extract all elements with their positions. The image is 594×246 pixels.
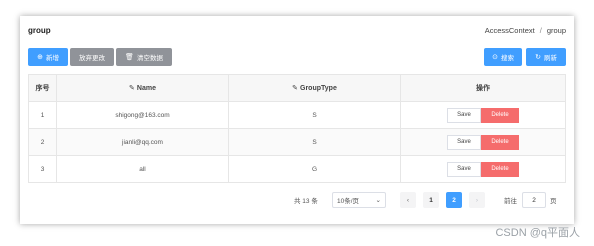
plus-circle-icon: ⊕ (37, 53, 43, 61)
page-suffix-label: 页 (550, 198, 557, 205)
table-row: 1 shigong@163.com S Save Delete (28, 102, 566, 129)
chevron-down-icon: ⌄ (375, 197, 381, 204)
actions-cell: Save Delete (401, 102, 565, 128)
jump-label: 前往 (504, 198, 517, 205)
breadcrumb-current: group (546, 26, 566, 35)
breadcrumb-separator: / (539, 26, 542, 35)
delete-button[interactable]: Delete (481, 107, 519, 123)
save-button[interactable]: Save (447, 134, 481, 150)
search-button-label: 搜索 (500, 55, 514, 62)
row-index: 3 (29, 156, 57, 182)
table-row: 2 jianli@qq.com S Save Delete (28, 129, 566, 156)
column-group-type-label: GroupType (300, 84, 337, 92)
name-cell[interactable]: jianli@qq.com (57, 129, 229, 155)
row-index: 1 (29, 102, 57, 128)
name-cell[interactable]: shigong@163.com (57, 102, 229, 128)
edit-icon: ✎ (292, 85, 299, 92)
breadcrumb: AccessContext / group (485, 26, 566, 35)
breadcrumb-root[interactable]: AccessContext (485, 26, 535, 35)
column-index: 序号 (29, 75, 57, 101)
delete-button[interactable]: Delete (481, 134, 519, 150)
pagination-total: 共 13 条 (294, 198, 318, 205)
column-group-type[interactable]: ✎ GroupType (229, 75, 401, 101)
page-number-2[interactable]: 2 (446, 192, 462, 208)
chevron-right-icon: › (475, 196, 479, 204)
refresh-icon: ↻ (535, 53, 541, 61)
content-panel: group AccessContext / group ⊕ 新增 放弃更改 🗑 清空… (20, 16, 574, 224)
data-table: 序号 ✎ Name ✎ GroupType 操作 1 shigong@163.c… (28, 74, 566, 183)
delete-button[interactable]: Delete (481, 161, 519, 177)
actions-cell: Save Delete (401, 156, 565, 182)
page-number-1[interactable]: 1 (423, 192, 439, 208)
search-button[interactable]: ⊙ 搜索 (484, 48, 522, 66)
column-actions: 操作 (476, 85, 490, 92)
trash-icon: 🗑 (125, 53, 134, 61)
prev-page-button[interactable]: ‹ (400, 192, 416, 208)
page-size-value: 10条/页 (337, 198, 360, 205)
group-type-cell[interactable]: S (229, 102, 401, 128)
table-row: 3 all G Save Delete (28, 156, 566, 183)
column-name[interactable]: ✎ Name (57, 75, 229, 101)
table-header: 序号 ✎ Name ✎ GroupType 操作 (28, 74, 566, 102)
add-button[interactable]: ⊕ 新增 (28, 48, 68, 66)
watermark: CSDN @q平面人 (495, 227, 580, 239)
search-icon: ⊙ (492, 53, 498, 61)
page-title: group (28, 26, 51, 35)
add-button-label: 新增 (45, 55, 59, 62)
group-type-cell[interactable]: G (229, 156, 401, 182)
edit-icon: ✎ (129, 85, 135, 92)
clear-data-button[interactable]: 🗑 清空数据 (116, 48, 172, 66)
row-index: 2 (29, 129, 57, 155)
name-cell[interactable]: all (57, 156, 229, 182)
refresh-button-label: 刷新 (543, 55, 557, 62)
next-page-button[interactable]: › (469, 192, 485, 208)
toolbar: ⊕ 新增 放弃更改 🗑 清空数据 ⊙ 搜索 ↻ 刷新 (28, 48, 566, 66)
page-header: group AccessContext / group (28, 26, 566, 40)
group-type-cell[interactable]: S (229, 129, 401, 155)
discard-button-label: 放弃更改 (79, 55, 105, 62)
save-button[interactable]: Save (447, 107, 481, 123)
discard-changes-button[interactable]: 放弃更改 (70, 48, 114, 66)
save-button[interactable]: Save (447, 161, 481, 177)
pagination: 共 13 条 10条/页 ⌄ ‹ 1 2 › 前往 2 页 (20, 192, 574, 208)
column-name-label: Name (136, 84, 156, 92)
refresh-button[interactable]: ↻ 刷新 (526, 48, 566, 66)
chevron-left-icon: ‹ (406, 196, 410, 204)
clear-button-label: 清空数据 (136, 55, 163, 62)
page-size-select[interactable]: 10条/页 ⌄ (332, 192, 386, 208)
jump-page-input[interactable]: 2 (522, 192, 546, 208)
actions-cell: Save Delete (401, 129, 565, 155)
